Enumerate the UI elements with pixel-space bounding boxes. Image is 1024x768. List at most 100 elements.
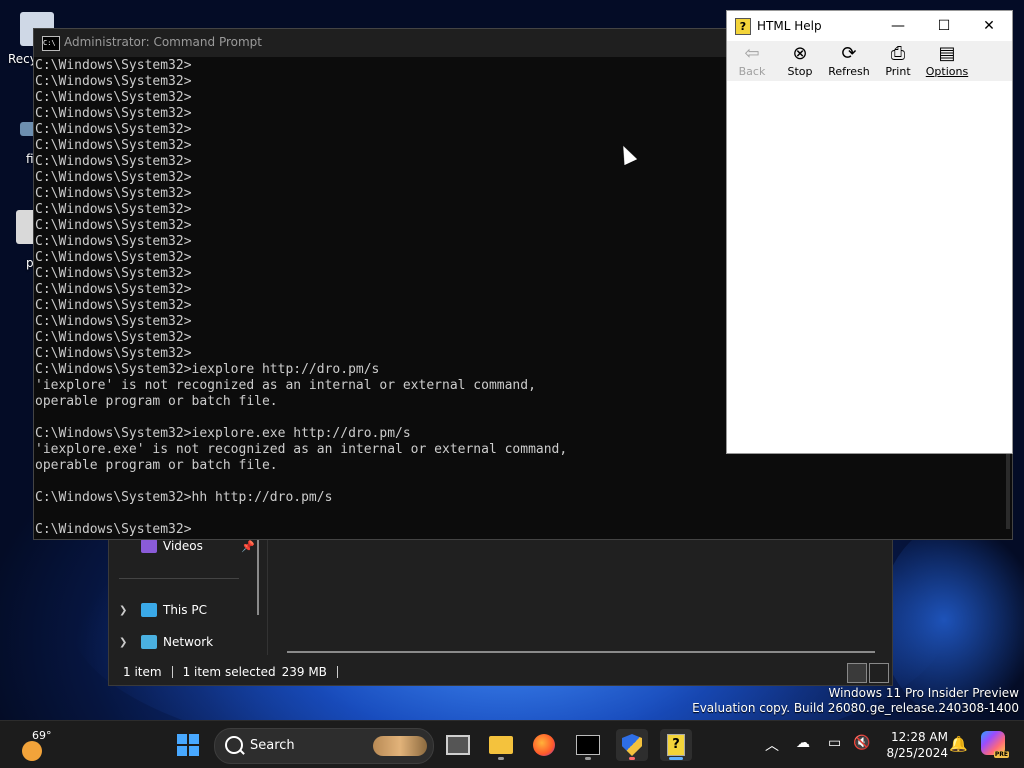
shield-icon — [622, 734, 642, 756]
console-line: operable program or batch file. — [35, 394, 278, 409]
refresh-icon: ⟳ — [841, 43, 857, 64]
help-content-pane[interactable] — [727, 81, 1012, 452]
help-taskbar-icon-text: ? — [672, 737, 680, 752]
toolbar-label: Back — [738, 65, 766, 78]
options-button[interactable]: ▤ Options — [922, 43, 972, 78]
content-scrollbar[interactable] — [287, 651, 875, 653]
console-line: C:\Windows\System32> — [35, 282, 192, 297]
html-help-taskbar-button[interactable]: ? — [660, 729, 692, 761]
firefox-icon — [533, 734, 555, 756]
task-view-button[interactable] — [442, 729, 474, 761]
console-line: C:\Windows\System32> — [35, 202, 192, 217]
console-line: C:\Windows\System32> — [35, 330, 192, 345]
search-highlight-icon — [373, 736, 427, 756]
task-view-icon — [446, 735, 470, 755]
weather-widget[interactable]: 69° — [18, 729, 58, 763]
console-line: C:\Windows\System32> — [35, 74, 192, 89]
network-icon — [141, 635, 157, 649]
chevron-right-icon[interactable]: ❯ — [119, 605, 131, 616]
nav-item-label: This PC — [163, 603, 207, 617]
nav-item-label: Network — [163, 635, 214, 649]
explorer-nav-pane: Videos 📌 ❯ This PC ❯ Network — [109, 531, 267, 655]
taskbar-search[interactable]: Search — [214, 728, 434, 764]
weather-temperature: 69° — [32, 729, 52, 742]
file-explorer-button[interactable] — [485, 729, 517, 761]
minimize-button[interactable]: — — [875, 11, 921, 41]
console-line: C:\Windows\System32> — [35, 234, 192, 249]
console-line: C:\Windows\System32> — [35, 170, 192, 185]
search-icon — [225, 736, 243, 754]
nav-item-label: Videos — [163, 539, 203, 553]
back-button[interactable]: ⇦ Back — [727, 43, 777, 78]
tiles-view-button[interactable] — [869, 663, 889, 683]
notification-bell-icon[interactable]: 🔔 — [949, 735, 968, 753]
status-selected-size: 239 MB — [281, 665, 327, 679]
toolbar-label: Refresh — [828, 65, 870, 78]
pin-icon[interactable]: 📌 — [241, 540, 255, 553]
refresh-button[interactable]: ⟳ Refresh — [824, 43, 874, 78]
security-button[interactable] — [616, 729, 648, 761]
nav-item-network[interactable]: ❯ Network — [119, 631, 213, 653]
copilot-badge: PRE — [993, 751, 1009, 758]
print-icon: ⎙ — [890, 43, 906, 64]
status-item-count: 1 item — [123, 665, 162, 679]
cmd-console-output[interactable]: C:\Windows\System32> C:\Windows\System32>… — [35, 58, 567, 538]
close-button[interactable]: ✕ — [966, 11, 1012, 41]
active-indicator — [669, 757, 683, 760]
print-button[interactable]: ⎙ Print — [873, 43, 923, 78]
cmd-icon-text: C:\ — [43, 39, 56, 47]
stop-button[interactable]: ⊗ Stop — [775, 43, 825, 78]
toolbar-label: Options — [925, 65, 969, 78]
watermark-build: Evaluation copy. Build 26080.ge_release.… — [692, 701, 1019, 715]
console-line: C:\Windows\System32> — [35, 90, 192, 105]
display-icon[interactable]: ▭ — [828, 735, 841, 751]
taskbar: 69° Search ? ︿ ☁ ▭ 🔇 12:28 AM 8/25/2024 … — [0, 720, 1024, 768]
console-line: C:\Windows\System32> — [35, 522, 192, 537]
console-line: C:\Windows\System32> — [35, 186, 192, 201]
terminal-icon — [576, 735, 600, 755]
firefox-button[interactable] — [528, 729, 560, 761]
console-line: 'iexplore.exe' is not recognized as an i… — [35, 442, 568, 457]
terminal-button[interactable] — [572, 729, 604, 761]
folder-icon — [489, 736, 513, 754]
chevron-right-icon[interactable]: ❯ — [119, 637, 131, 648]
options-icon: ▤ — [938, 43, 956, 64]
watermark-edition: Windows 11 Pro Insider Preview — [828, 686, 1019, 700]
cmd-window-title: Administrator: Command Prompt — [64, 35, 262, 49]
file-explorer-window[interactable]: Videos 📌 ❯ This PC ❯ Network 1 item 1 it… — [108, 530, 893, 686]
cloud-offline-icon[interactable]: ☁ — [796, 735, 810, 751]
running-indicator — [498, 757, 504, 760]
maximize-button[interactable]: ☐ — [921, 11, 967, 41]
status-selected-count: 1 item selected — [182, 665, 276, 679]
running-indicator — [585, 757, 591, 760]
console-line: operable program or batch file. — [35, 458, 278, 473]
details-view-button[interactable] — [847, 663, 867, 683]
chevron-up-icon[interactable]: ︿ — [765, 735, 779, 755]
toolbar-label: Stop — [787, 65, 813, 78]
explorer-status-bar: 1 item 1 item selected 239 MB — [109, 661, 892, 683]
help-icon: ? — [667, 734, 685, 756]
console-line: C:\Windows\System32> — [35, 266, 192, 281]
console-line: C:\Windows\System32> — [35, 58, 192, 73]
search-label: Search — [250, 738, 295, 753]
system-clock[interactable]: 12:28 AM 8/25/2024 — [876, 729, 948, 761]
volume-muted-icon[interactable]: 🔇 — [853, 735, 870, 751]
copilot-icon[interactable]: PRE — [981, 731, 1009, 758]
running-indicator — [629, 757, 635, 760]
console-line: C:\Windows\System32>iexplore.exe http://… — [35, 426, 411, 441]
html-help-window[interactable]: ? HTML Help — ☐ ✕ ⇦ Back ⊗ Stop ⟳ Refres… — [726, 10, 1013, 454]
help-title-bar[interactable]: ? HTML Help — ☐ ✕ — [727, 11, 1012, 41]
start-button[interactable] — [172, 729, 204, 761]
console-line: C:\Windows\System32> — [35, 314, 192, 329]
nav-scrollbar[interactable] — [257, 539, 259, 615]
help-app-icon: ? — [735, 18, 751, 35]
console-line: C:\Windows\System32> — [35, 218, 192, 233]
videos-icon — [141, 539, 157, 553]
status-separator — [171, 666, 173, 678]
pane-divider[interactable] — [267, 531, 268, 655]
nav-item-this-pc[interactable]: ❯ This PC — [119, 599, 207, 621]
help-toolbar: ⇦ Back ⊗ Stop ⟳ Refresh ⎙ Print ▤ Option… — [727, 41, 1012, 81]
